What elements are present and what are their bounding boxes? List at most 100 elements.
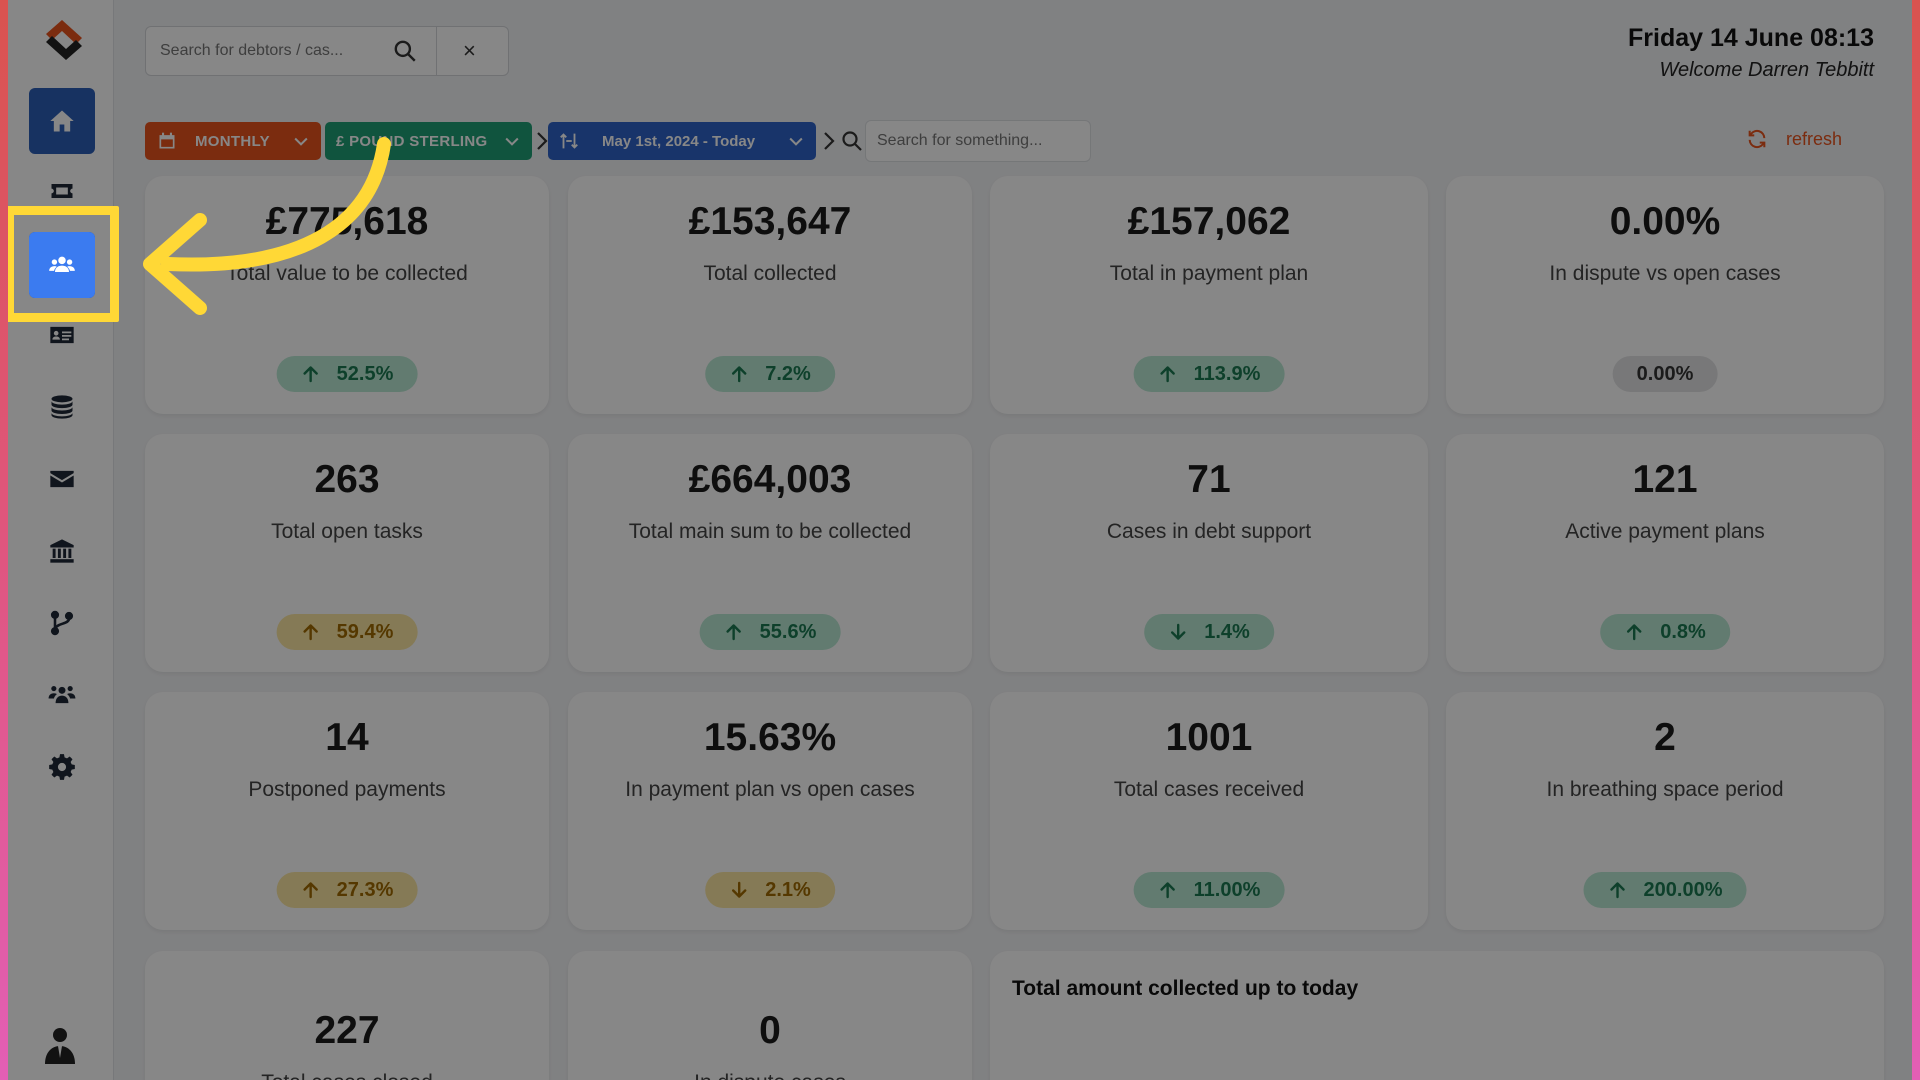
arrow-up-icon: [303, 366, 318, 383]
kpi-card: 0 In dispute cases: [568, 951, 972, 1080]
sidebar-item-database[interactable]: [29, 374, 95, 440]
kpi-value: 227: [314, 1009, 380, 1052]
debtor-search-box: ×: [145, 26, 509, 76]
kpi-label: In dispute vs open cases: [1549, 262, 1781, 285]
trend-value: 7.2%: [765, 362, 811, 385]
trend-value: 55.6%: [759, 620, 817, 643]
kpi-card: £153,647 Total collected 7.2%: [568, 176, 972, 414]
trend-badge: 55.6%: [699, 614, 841, 650]
sidebar-item-cases[interactable]: [29, 158, 95, 224]
kpi-value: 71: [1187, 458, 1231, 501]
chevron-down-icon: [505, 137, 519, 146]
chevron-down-icon: [789, 137, 803, 146]
search-icon[interactable]: [392, 38, 418, 64]
trend-value: 0.8%: [1660, 620, 1706, 643]
arrow-up-icon: [1627, 624, 1642, 641]
kpi-label: Postponed payments: [248, 778, 446, 801]
trend-value: 11.00%: [1193, 878, 1261, 901]
trend-value: 2.1%: [765, 878, 811, 901]
id-card-icon: [50, 326, 74, 344]
kpi-value: 121: [1632, 458, 1698, 501]
filter-search-input[interactable]: [865, 120, 1091, 162]
kpi-value: 0: [759, 1009, 781, 1052]
kpi-label: Total collected: [703, 262, 837, 285]
sidebar-item-team[interactable]: [29, 662, 95, 728]
trend-badge: 0.8%: [1600, 614, 1730, 650]
sidebar-item-mail[interactable]: [29, 446, 95, 512]
kpi-card: 14 Postponed payments 27.3%: [145, 692, 549, 930]
highlighted-debtors-button[interactable]: [29, 232, 95, 298]
kpi-label: Total main sum to be collected: [628, 520, 912, 543]
kpi-card: 121 Active payment plans 0.8%: [1446, 434, 1884, 672]
sidebar-item-contacts[interactable]: [29, 302, 95, 368]
kpi-value: 0.00%: [1609, 200, 1721, 243]
kpi-card: 1001 Total cases received 11.00%: [990, 692, 1428, 930]
trend-value: 200.00%: [1643, 878, 1723, 901]
chevron-right-icon: [537, 132, 548, 150]
trend-value: 52.5%: [336, 362, 394, 385]
date-range-dropdown[interactable]: May 1st, 2024 - Today: [548, 122, 816, 160]
sidebar: [8, 0, 114, 1080]
kpi-value: 263: [314, 458, 380, 501]
kpi-value: 1001: [1165, 716, 1253, 759]
kpi-label: Total in payment plan: [1109, 262, 1309, 285]
arrow-up-icon: [1610, 882, 1625, 899]
trend-value: 113.9%: [1193, 362, 1261, 385]
kpi-card: 227 Total cases closed: [145, 951, 549, 1080]
sidebar-item-home[interactable]: [29, 88, 95, 154]
user-group-icon: [48, 686, 76, 704]
sidebar-item-settings[interactable]: [29, 734, 95, 800]
kpi-label: Total cases closed: [145, 1071, 549, 1080]
arrow-up-icon: [303, 882, 318, 899]
kpi-card: 2 In breathing space period 200.00%: [1446, 692, 1884, 930]
period-dropdown[interactable]: MONTHLY: [145, 122, 321, 160]
sidebar-item-workflows[interactable]: [29, 590, 95, 656]
chevron-down-icon: [294, 137, 308, 146]
kpi-value: £153,647: [688, 200, 852, 243]
kpi-card: 0.00% In dispute vs open cases 0.00%: [1446, 176, 1884, 414]
collected-chart-panel: Total amount collected up to today: [990, 951, 1884, 1080]
trend-badge: 2.1%: [705, 872, 835, 908]
user-avatar[interactable]: [42, 1024, 78, 1064]
chart-title: Total amount collected up to today: [1012, 977, 1359, 1000]
trend-badge: 1.4%: [1144, 614, 1274, 650]
trend-badge: 7.2%: [705, 356, 835, 392]
refresh-label: refresh: [1786, 128, 1843, 149]
envelope-icon: [50, 470, 74, 488]
trend-value: 1.4%: [1204, 620, 1250, 643]
kpi-card: 263 Total open tasks 59.4%: [145, 434, 549, 672]
kpi-value: £775,618: [265, 200, 429, 243]
trend-badge: 59.4%: [276, 614, 418, 650]
kpi-label: In payment plan vs open cases: [625, 778, 915, 801]
branch-icon: [50, 610, 74, 636]
home-icon: [50, 110, 74, 132]
trend-value: 27.3%: [336, 878, 394, 901]
period-label: MONTHLY: [195, 132, 270, 150]
currency-dropdown[interactable]: £ POUND STERLING: [325, 122, 532, 160]
current-datetime: Friday 14 June 08:13: [1628, 24, 1874, 52]
kpi-label: Total cases received: [1113, 778, 1305, 801]
gear-icon: [49, 754, 75, 780]
kpi-card: 71 Cases in debt support 1.4%: [990, 434, 1428, 672]
search-icon: [842, 131, 862, 151]
refresh-button[interactable]: refresh: [1746, 128, 1842, 150]
kpi-card: 15.63% In payment plan vs open cases 2.1%: [568, 692, 972, 930]
kpi-card: £157,062 Total in payment plan 113.9%: [990, 176, 1428, 414]
kpi-card: £775,618 Total value to be collected 52.5%: [145, 176, 549, 414]
bank-icon: [50, 539, 74, 563]
clear-search-button[interactable]: ×: [463, 40, 476, 62]
kpi-card: £664,003 Total main sum to be collected 55…: [568, 434, 972, 672]
kpi-label: In dispute cases: [568, 1071, 972, 1080]
debtor-search-input[interactable]: [160, 42, 388, 60]
trend-badge: 52.5%: [276, 356, 418, 392]
kpi-label: In breathing space period: [1546, 778, 1784, 801]
app-window: × Friday 14 June 08:13 Welcome Darren Te…: [8, 0, 1912, 1080]
app-logo-icon[interactable]: [38, 18, 86, 62]
trend-badge: 11.00%: [1133, 872, 1285, 908]
arrow-down-icon: [732, 881, 747, 898]
kpi-value: 15.63%: [703, 716, 837, 759]
kpi-label: Active payment plans: [1565, 520, 1765, 543]
users-icon: [49, 256, 75, 272]
sidebar-item-bank[interactable]: [29, 518, 95, 584]
kpi-value: £664,003: [688, 458, 852, 501]
